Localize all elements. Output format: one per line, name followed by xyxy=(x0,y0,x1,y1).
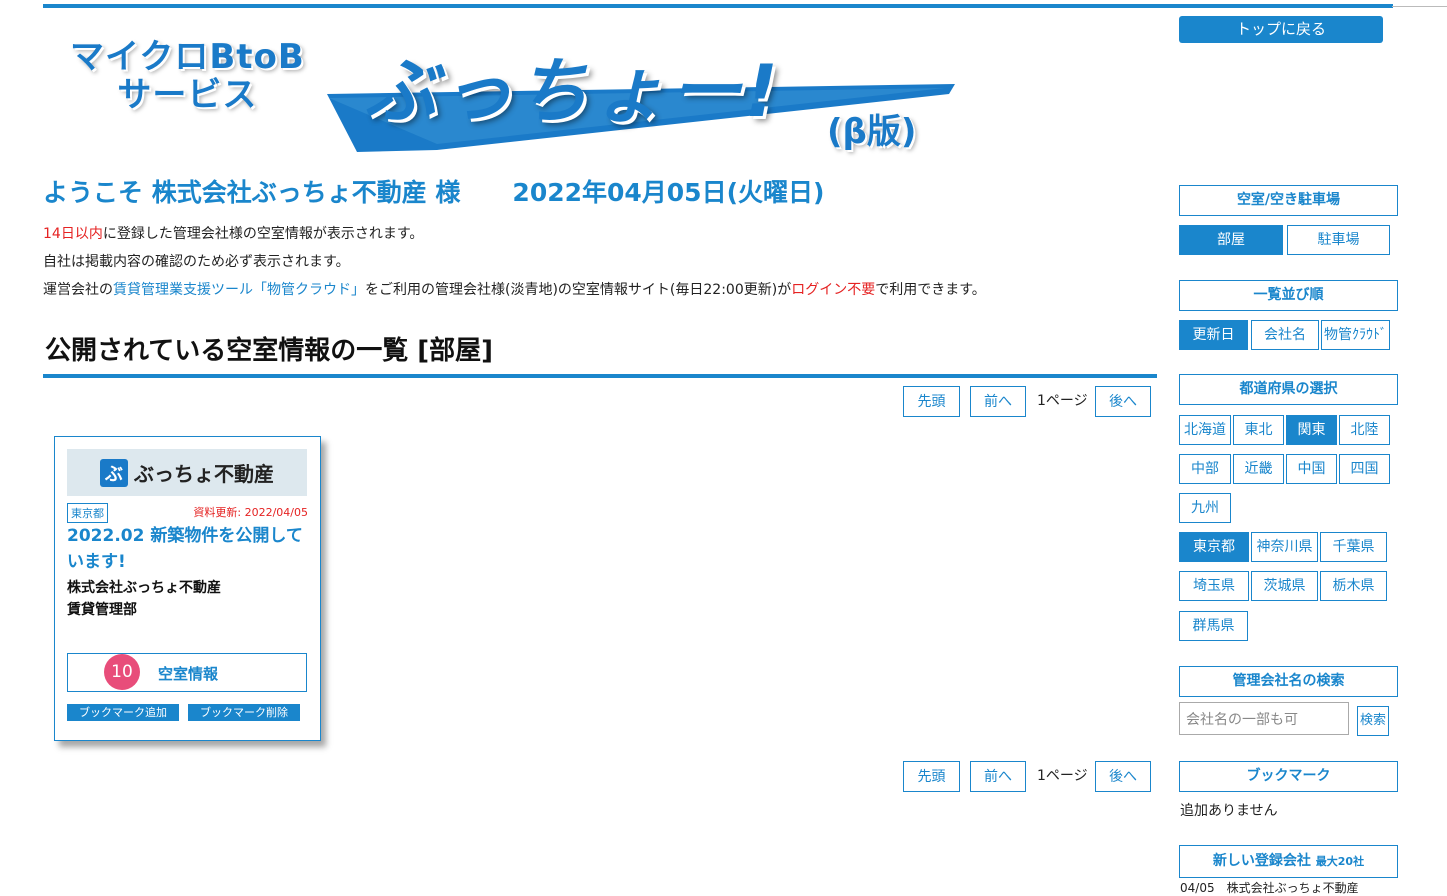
company-name: 株式会社ぶっちょ不動産 xyxy=(67,580,221,596)
pager-first-button[interactable]: 先頭 xyxy=(903,386,960,417)
card-title[interactable]: 2022.02 新築物件を公開しています! xyxy=(67,523,307,575)
pager-first-button[interactable]: 先頭 xyxy=(903,761,960,792)
region-tohoku[interactable]: 東北 xyxy=(1233,415,1284,445)
company-search-input[interactable]: 会社名の一部も可 xyxy=(1179,702,1349,735)
page-title: 公開されている空室情報の一覧 [部屋] xyxy=(45,336,494,366)
top-divider xyxy=(1392,6,1447,7)
notice-highlight: 14日以内 xyxy=(43,226,103,242)
region-kanto[interactable]: 関東 xyxy=(1286,415,1337,445)
notice-line-3: 運営会社の賃貸管理業支援ツール「物管クラウド」をご利用の管理会社様(淡青地)の空… xyxy=(43,279,986,299)
region-chugoku[interactable]: 中国 xyxy=(1286,454,1337,484)
company-logo-icon: ぶ xyxy=(100,458,128,487)
cloud-tool-link[interactable]: 賃貸管理業支援ツール「物管クラウド」 xyxy=(113,282,365,298)
region-shikoku[interactable]: 四国 xyxy=(1339,454,1390,484)
region-section-header: 都道府県の選択 xyxy=(1179,374,1398,405)
pager-page-label: 1ページ xyxy=(1037,393,1088,409)
company-logo-name: ぶっちょ不動産 xyxy=(134,462,274,486)
search-section-header: 管理会社名の検索 xyxy=(1179,666,1398,697)
notice-text: で利用できます。 xyxy=(875,282,986,298)
pager-next-button[interactable]: 後へ xyxy=(1095,386,1151,417)
vacancy-info-button[interactable]: 10 空室情報 xyxy=(67,653,307,692)
welcome-text: ようこそ 株式会社ぶっちょ不動産 様 xyxy=(43,178,461,207)
notice-text: 運営会社の xyxy=(43,282,113,298)
bookmark-empty-text: 追加ありません xyxy=(1180,803,1278,819)
pager-prev-button[interactable]: 前へ xyxy=(970,761,1026,792)
pref-gunma[interactable]: 群馬県 xyxy=(1179,611,1248,641)
new-companies-title: 新しい登録会社 xyxy=(1212,853,1311,869)
pager-prev-button[interactable]: 前へ xyxy=(970,386,1026,417)
notice-line-1: 14日以内に登録した管理会社様の空室情報が表示されます。 xyxy=(43,223,423,243)
company-card: ぶ ぶっちょ不動産 東京都 資料更新: 2022/04/05 2022.02 新… xyxy=(54,436,321,741)
region-chubu[interactable]: 中部 xyxy=(1179,454,1231,484)
welcome-line: ようこそ 株式会社ぶっちょ不動産 様 2022年04月05日(火曜日) xyxy=(43,173,824,209)
pref-tokyo[interactable]: 東京都 xyxy=(1179,532,1249,562)
pref-saitama[interactable]: 埼玉県 xyxy=(1179,571,1249,601)
search-button[interactable]: 検索 xyxy=(1357,706,1389,736)
top-accent-bar xyxy=(43,4,1393,8)
pref-ibaraki[interactable]: 茨城県 xyxy=(1251,571,1318,601)
pref-chiba[interactable]: 千葉県 xyxy=(1320,532,1387,562)
bookmark-section-header: ブックマーク xyxy=(1179,761,1398,792)
type-section-header: 空室/空き駐車場 xyxy=(1179,185,1398,216)
region-hokuriku[interactable]: 北陸 xyxy=(1339,415,1390,445)
order-section-header: 一覧並び順 xyxy=(1179,280,1398,311)
notice-text: をご利用の管理会社様(淡青地)の空室情報サイト(毎日22:00更新)が xyxy=(365,282,792,298)
region-kinki[interactable]: 近畿 xyxy=(1233,454,1284,484)
type-parking-button[interactable]: 駐車場 xyxy=(1287,225,1390,255)
back-to-top-button[interactable]: トップに戻る xyxy=(1179,16,1383,43)
current-date: 2022年04月05日(火曜日) xyxy=(512,178,825,207)
order-company-button[interactable]: 会社名 xyxy=(1251,320,1319,350)
region-kyushu[interactable]: 九州 xyxy=(1179,493,1231,523)
type-room-button[interactable]: 部屋 xyxy=(1179,225,1283,255)
card-company: 株式会社ぶっちょ不動産 賃貸管理部 xyxy=(67,577,221,621)
title-underline xyxy=(43,374,1157,378)
vacancy-info-label: 空室情報 xyxy=(158,665,219,683)
notice-highlight: ログイン不要 xyxy=(791,282,876,298)
pager-page-label: 1ページ xyxy=(1037,768,1088,784)
notice-text: に登録した管理会社様の空室情報が表示されます。 xyxy=(102,226,424,242)
notice-line-2: 自社は掲載内容の確認のため必ず表示されます。 xyxy=(43,254,350,270)
order-cloud-button[interactable]: 物管ｸﾗｳﾄﾞ xyxy=(1321,320,1390,350)
bookmark-add-button[interactable]: ブックマーク追加 xyxy=(67,704,179,721)
pref-tochigi[interactable]: 栃木県 xyxy=(1320,571,1387,601)
logo-beta: (β版) xyxy=(827,112,917,152)
new-companies-header: 新しい登録会社 最大20社 xyxy=(1179,845,1398,878)
company-logo[interactable]: ぶ ぶっちょ不動産 xyxy=(67,449,307,496)
new-companies-note: 最大20社 xyxy=(1315,855,1365,868)
vacancy-count-badge: 10 xyxy=(104,654,140,690)
logo-subtitle: マイクロBtoB サービス xyxy=(70,37,305,115)
prefecture-badge: 東京都 xyxy=(67,503,108,523)
order-updated-button[interactable]: 更新日 xyxy=(1179,320,1248,350)
region-hokkaido[interactable]: 北海道 xyxy=(1179,415,1231,445)
bookmark-remove-button[interactable]: ブックマーク削除 xyxy=(188,704,300,721)
site-logo[interactable]: マイクロBtoB サービス ぶっちょー! (β版) xyxy=(65,32,965,162)
pager-next-button[interactable]: 後へ xyxy=(1095,761,1151,792)
new-company-item[interactable]: 04/05 株式会社ぶっちょ不動産 xyxy=(1180,879,1359,896)
pref-kanagawa[interactable]: 神奈川県 xyxy=(1251,532,1318,562)
updated-date: 資料更新: 2022/04/05 xyxy=(193,506,308,519)
company-dept: 賃貸管理部 xyxy=(67,602,137,618)
logo-title: ぶっちょー! xyxy=(365,49,782,133)
